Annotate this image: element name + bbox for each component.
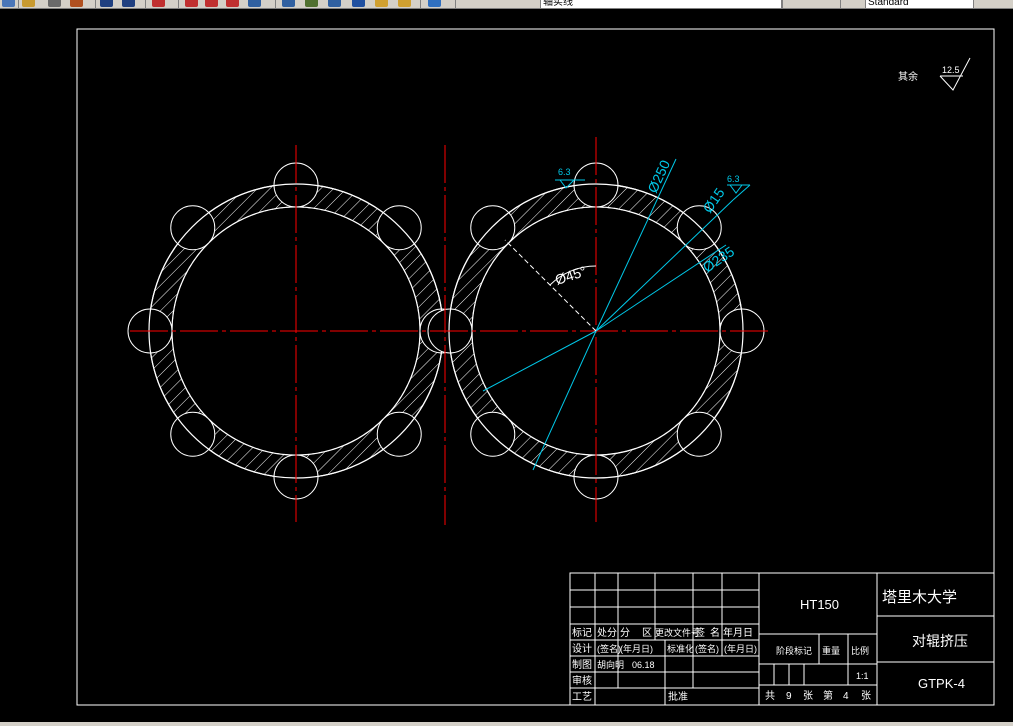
roughness-other-value: 12.5 xyxy=(942,65,960,75)
row-design-1: (签名) xyxy=(597,643,621,654)
scale-label: 比例 xyxy=(851,645,869,656)
toolbar-separator xyxy=(782,0,783,8)
drawing-border xyxy=(76,28,995,706)
row-draw-2: 06.18 xyxy=(632,660,655,670)
zoom-realtime-icon[interactable] xyxy=(152,0,165,7)
toolbar-separator xyxy=(145,0,146,8)
drawing-canvas[interactable]: 6.3 6.3 Ø250 Ø15 Ø235 Ø45° 其余 12.5 HT150… xyxy=(0,9,1013,722)
toolbar-separator xyxy=(18,0,19,8)
weight-label: 重量 xyxy=(822,645,840,656)
row-marks-7: 年月日 xyxy=(723,626,753,639)
status-bar xyxy=(0,722,1013,726)
row-process-1: 批准 xyxy=(668,690,688,703)
roughness-a-label: 6.3 xyxy=(558,167,571,177)
row-marks-5: 签 xyxy=(695,626,705,639)
row-marks-2: 分 xyxy=(620,627,630,639)
drawing-name-label: 对辊挤压 xyxy=(912,633,968,649)
sheets-1: 9 xyxy=(786,691,792,702)
sheets-3: 第 xyxy=(823,689,833,702)
drawing-number-label: GTPK-4 xyxy=(918,676,965,691)
layer-manager-icon[interactable] xyxy=(375,0,388,7)
sheets-0: 共 xyxy=(765,690,775,702)
row-design-2: (年月日) xyxy=(620,643,653,654)
roughness-other-label: 其余 xyxy=(898,70,918,83)
undo-icon[interactable] xyxy=(100,0,113,7)
row-design-3: 标准化 xyxy=(667,643,694,654)
toolbar-separator xyxy=(455,0,456,8)
toolbar-separator xyxy=(420,0,421,8)
redo-icon[interactable] xyxy=(122,0,135,7)
toolbar: 轴实线 Standard xyxy=(0,0,1013,9)
layer-state-icon[interactable] xyxy=(398,0,411,7)
material-label: HT150 xyxy=(800,597,839,612)
open-icon[interactable] xyxy=(22,0,35,7)
match-properties-icon[interactable] xyxy=(70,0,83,7)
row-design-4: (签名) xyxy=(695,643,719,654)
ring-notch xyxy=(470,411,516,457)
ring-notch xyxy=(170,411,216,457)
ring-notch xyxy=(676,411,722,457)
toolbar-separator xyxy=(275,0,276,8)
design-center-icon[interactable] xyxy=(282,0,295,7)
roughness-symbol-other: 其余 12.5 xyxy=(898,57,971,91)
sheets-4: 4 xyxy=(843,691,849,702)
toolbar-separator xyxy=(95,0,96,8)
calculator-icon[interactable] xyxy=(328,0,341,7)
angle-label: Ø45° xyxy=(553,263,588,288)
row-marks-3: 区 xyxy=(642,627,652,639)
row-draw-0: 制图 xyxy=(572,658,592,671)
print-icon[interactable] xyxy=(48,0,61,7)
row-marks-4: 更改文件号 xyxy=(655,627,700,638)
diameter-outer-label: Ø250 xyxy=(644,157,673,195)
toolbar-separator xyxy=(840,0,841,8)
zoom-window-icon[interactable] xyxy=(185,0,198,7)
title-block-text: HT150 塔里木大学 对辊挤压 GTPK-4 标记 处分 分 区 更改文件号 … xyxy=(572,589,968,703)
help-icon[interactable] xyxy=(352,0,365,7)
sheets-2: 张 xyxy=(803,690,813,702)
row-marks-0: 标记 xyxy=(572,627,592,639)
row-check: 审核 xyxy=(572,674,592,687)
ring-notch xyxy=(376,411,422,457)
angle-dimension xyxy=(504,239,597,332)
toolbar-separator xyxy=(178,0,179,8)
sheets-5: 张 xyxy=(861,690,871,702)
row-design-0: 设计 xyxy=(572,642,592,655)
properties-icon[interactable] xyxy=(248,0,261,7)
scale-value: 1:1 xyxy=(856,671,869,681)
zoom-previous-icon[interactable] xyxy=(205,0,218,7)
row-process-0: 工艺 xyxy=(572,691,592,703)
stage-label: 阶段标记 xyxy=(776,645,812,656)
zoom-extents-icon[interactable] xyxy=(226,0,239,7)
text-style-combo[interactable]: Standard xyxy=(865,0,974,8)
text-style-icon[interactable] xyxy=(428,0,441,7)
row-design-5: (年月日) xyxy=(724,643,757,654)
roughness-b-label: 6.3 xyxy=(727,174,740,184)
row-draw-1: 胡向明 xyxy=(597,659,624,670)
row-marks-1: 处分 xyxy=(597,627,617,639)
new-icon[interactable] xyxy=(2,0,15,7)
row-marks-6: 名 xyxy=(710,626,720,639)
school-label: 塔里木大学 xyxy=(882,589,957,606)
tool-palette-icon[interactable] xyxy=(305,0,318,7)
centerlines xyxy=(130,137,770,525)
layer-combo[interactable]: 轴实线 xyxy=(540,0,782,8)
